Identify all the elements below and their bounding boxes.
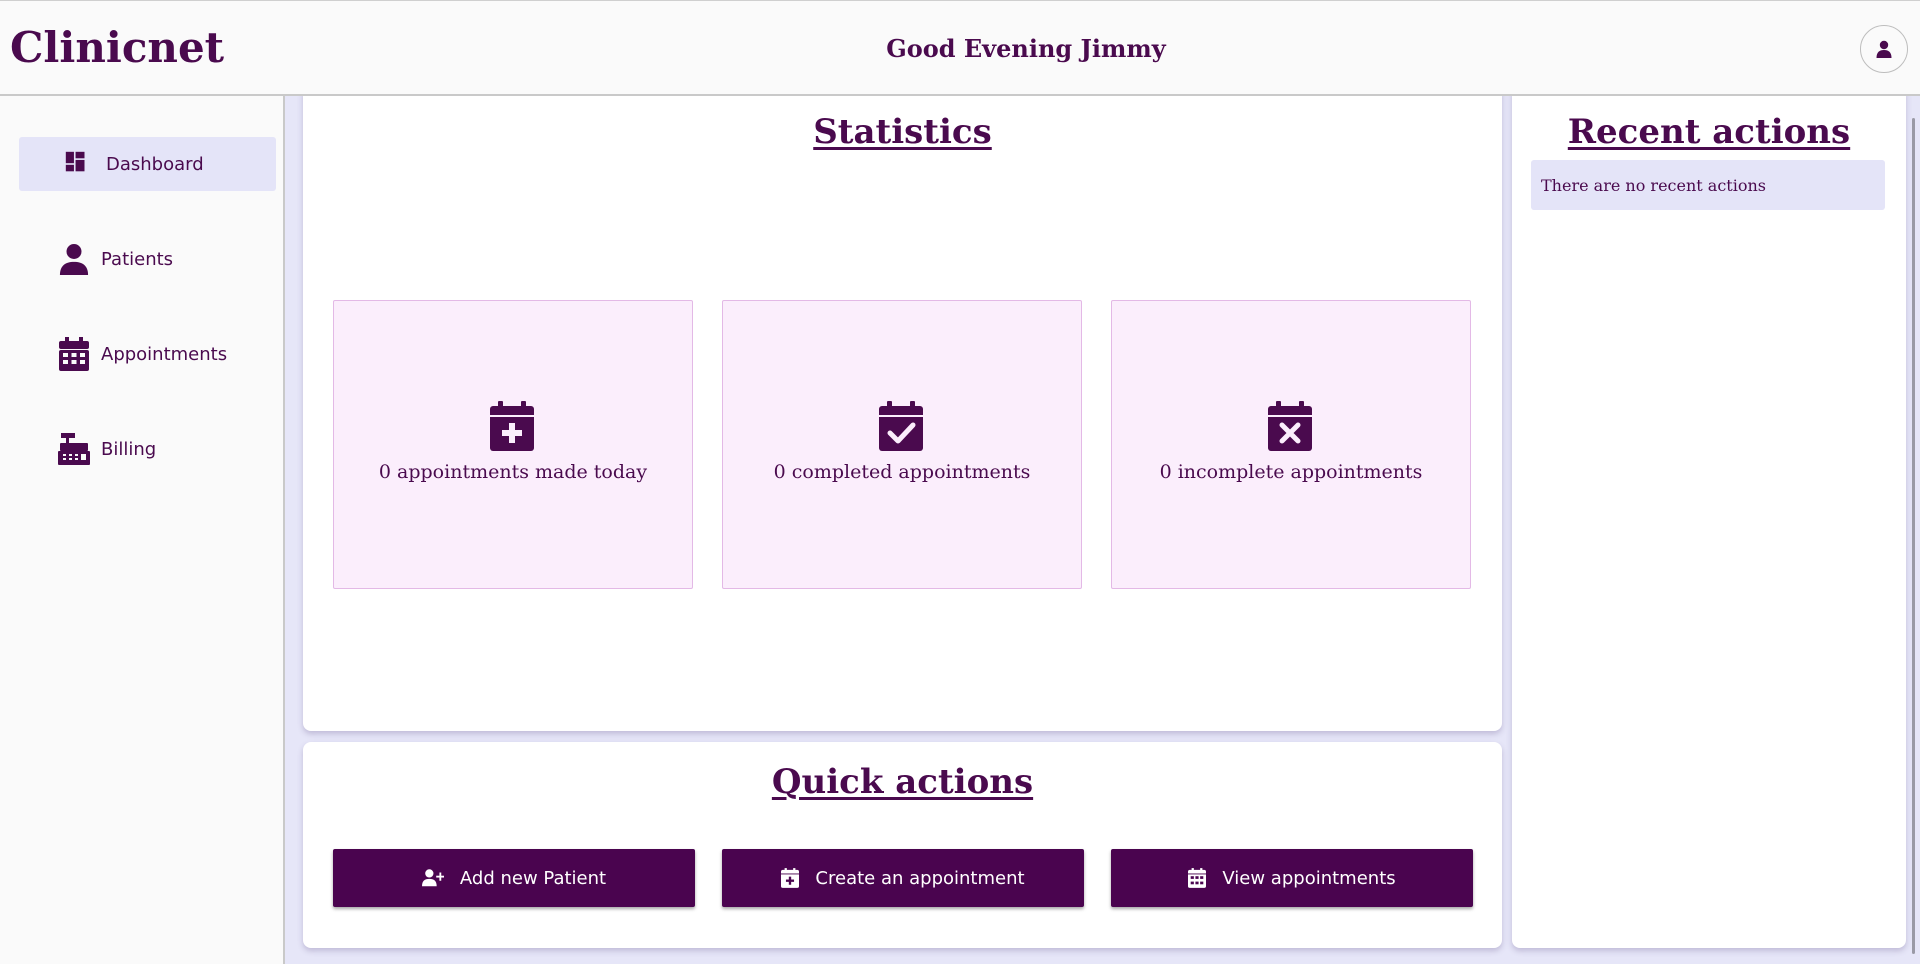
sidebar-item-appointments[interactable]: Appointments (19, 327, 276, 381)
calendar-icon (59, 337, 89, 371)
sidebar-item-billing[interactable]: Billing (19, 422, 276, 476)
statistics-title: Statistics (813, 112, 992, 152)
button-label: Create an appointment (815, 867, 1025, 889)
recent-actions-panel: Recent actions There are no recent actio… (1512, 90, 1906, 948)
sidebar-item-label: Billing (101, 438, 157, 460)
stat-text: 0 completed appointments (773, 461, 1031, 483)
stat-card-made-today: 0 appointments made today (333, 300, 693, 589)
stat-card-completed: 0 completed appointments (722, 300, 1082, 589)
cash-register-icon (58, 433, 90, 465)
sidebar-item-patients[interactable]: Patients (19, 232, 276, 286)
recent-actions-title: Recent actions (1567, 112, 1851, 152)
button-label: Add new Patient (459, 867, 607, 889)
top-header: Clinicnet Good Evening Jimmy (0, 0, 1920, 96)
sidebar-item-label: Patients (101, 248, 174, 270)
user-icon (1876, 40, 1892, 58)
sidebar-item-dashboard[interactable]: Dashboard (19, 137, 276, 191)
stat-text: 0 incomplete appointments (1159, 461, 1423, 483)
create-appointment-button[interactable]: Create an appointment (722, 849, 1084, 907)
calendar-icon (1188, 868, 1207, 888)
calendar-plus-icon (490, 401, 534, 451)
sidebar-item-label: Appointments (101, 343, 228, 365)
calendar-xmark-icon (1268, 401, 1312, 451)
sidebar: Dashboard Patients Appointments Billing (0, 96, 285, 964)
add-new-patient-button[interactable]: Add new Patient (333, 849, 695, 907)
stat-card-incomplete: 0 incomplete appointments (1111, 300, 1471, 589)
calendar-plus-icon (781, 868, 800, 888)
statistics-panel: Statistics 0 appointments made today 0 c… (303, 90, 1502, 731)
sidebar-item-label: Dashboard (106, 153, 204, 175)
view-appointments-button[interactable]: View appointments (1111, 849, 1473, 907)
stat-text: 0 appointments made today (378, 461, 648, 483)
quick-actions-panel: Quick actions Add new Patient Create an … (303, 742, 1502, 948)
greeting-text: Good Evening Jimmy (886, 34, 1166, 63)
scrollbar-thumb[interactable] (1912, 118, 1915, 954)
button-label: View appointments (1222, 867, 1396, 889)
dashboard-icon (65, 151, 85, 172)
user-plus-icon (421, 869, 444, 887)
calendar-check-icon (879, 401, 923, 451)
user-icon (59, 244, 89, 275)
profile-button[interactable] (1860, 25, 1908, 73)
quick-actions-title: Quick actions (771, 762, 1034, 802)
recent-actions-empty-message: There are no recent actions (1531, 160, 1885, 210)
